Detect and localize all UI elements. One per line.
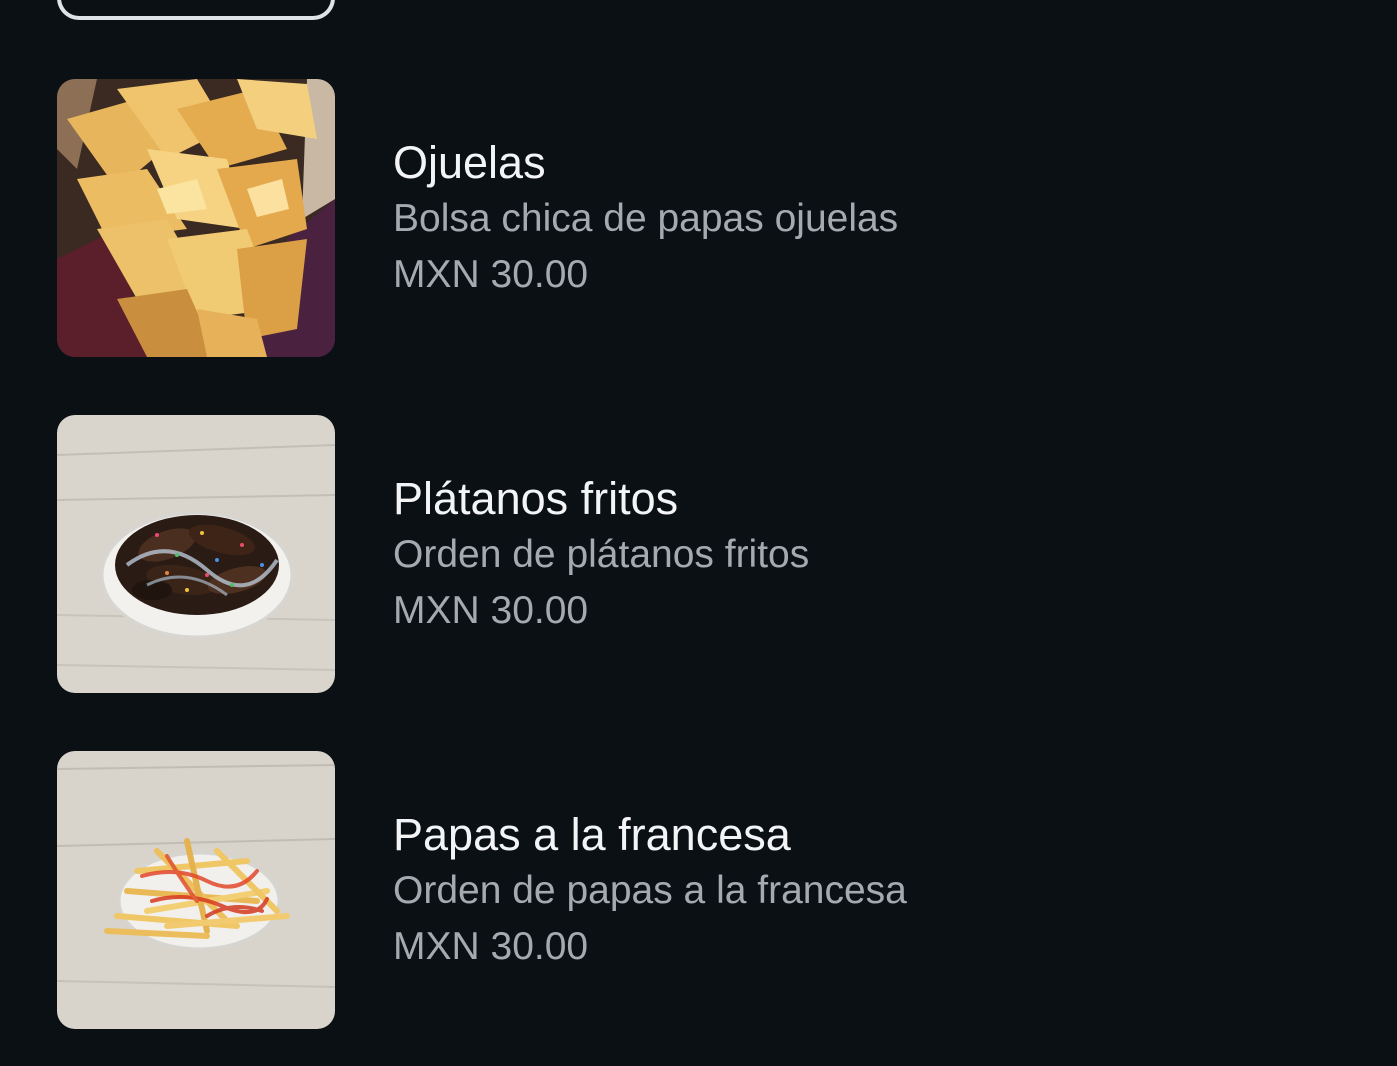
french-fries-photo [57,751,335,1029]
item-price: MXN 30.00 [393,589,589,632]
item-description: Bolsa chica de papas ojuelas [393,197,899,240]
item-price: MXN 30.00 [393,925,589,968]
item-title: Ojuelas [393,137,546,188]
item-price: MXN 30.00 [393,253,589,296]
chips-photo [57,79,335,357]
item-title: Papas a la francesa [393,809,791,860]
menu-item-ojuelas[interactable]: Ojuelas Bolsa chica de papas ojuelas MXN… [57,79,1357,357]
previous-item-thumbnail-edge[interactable] [57,0,335,20]
fried-plantains-photo [57,415,335,693]
menu-item-platanos-fritos[interactable]: Plátanos fritos Orden de plátanos fritos… [57,415,1357,693]
item-description: Orden de papas a la francesa [393,869,907,912]
item-description: Orden de plátanos fritos [393,533,810,576]
menu-item-papas-a-la-francesa[interactable]: Papas a la francesa Orden de papas a la … [57,751,1357,1029]
item-title: Plátanos fritos [393,473,679,524]
